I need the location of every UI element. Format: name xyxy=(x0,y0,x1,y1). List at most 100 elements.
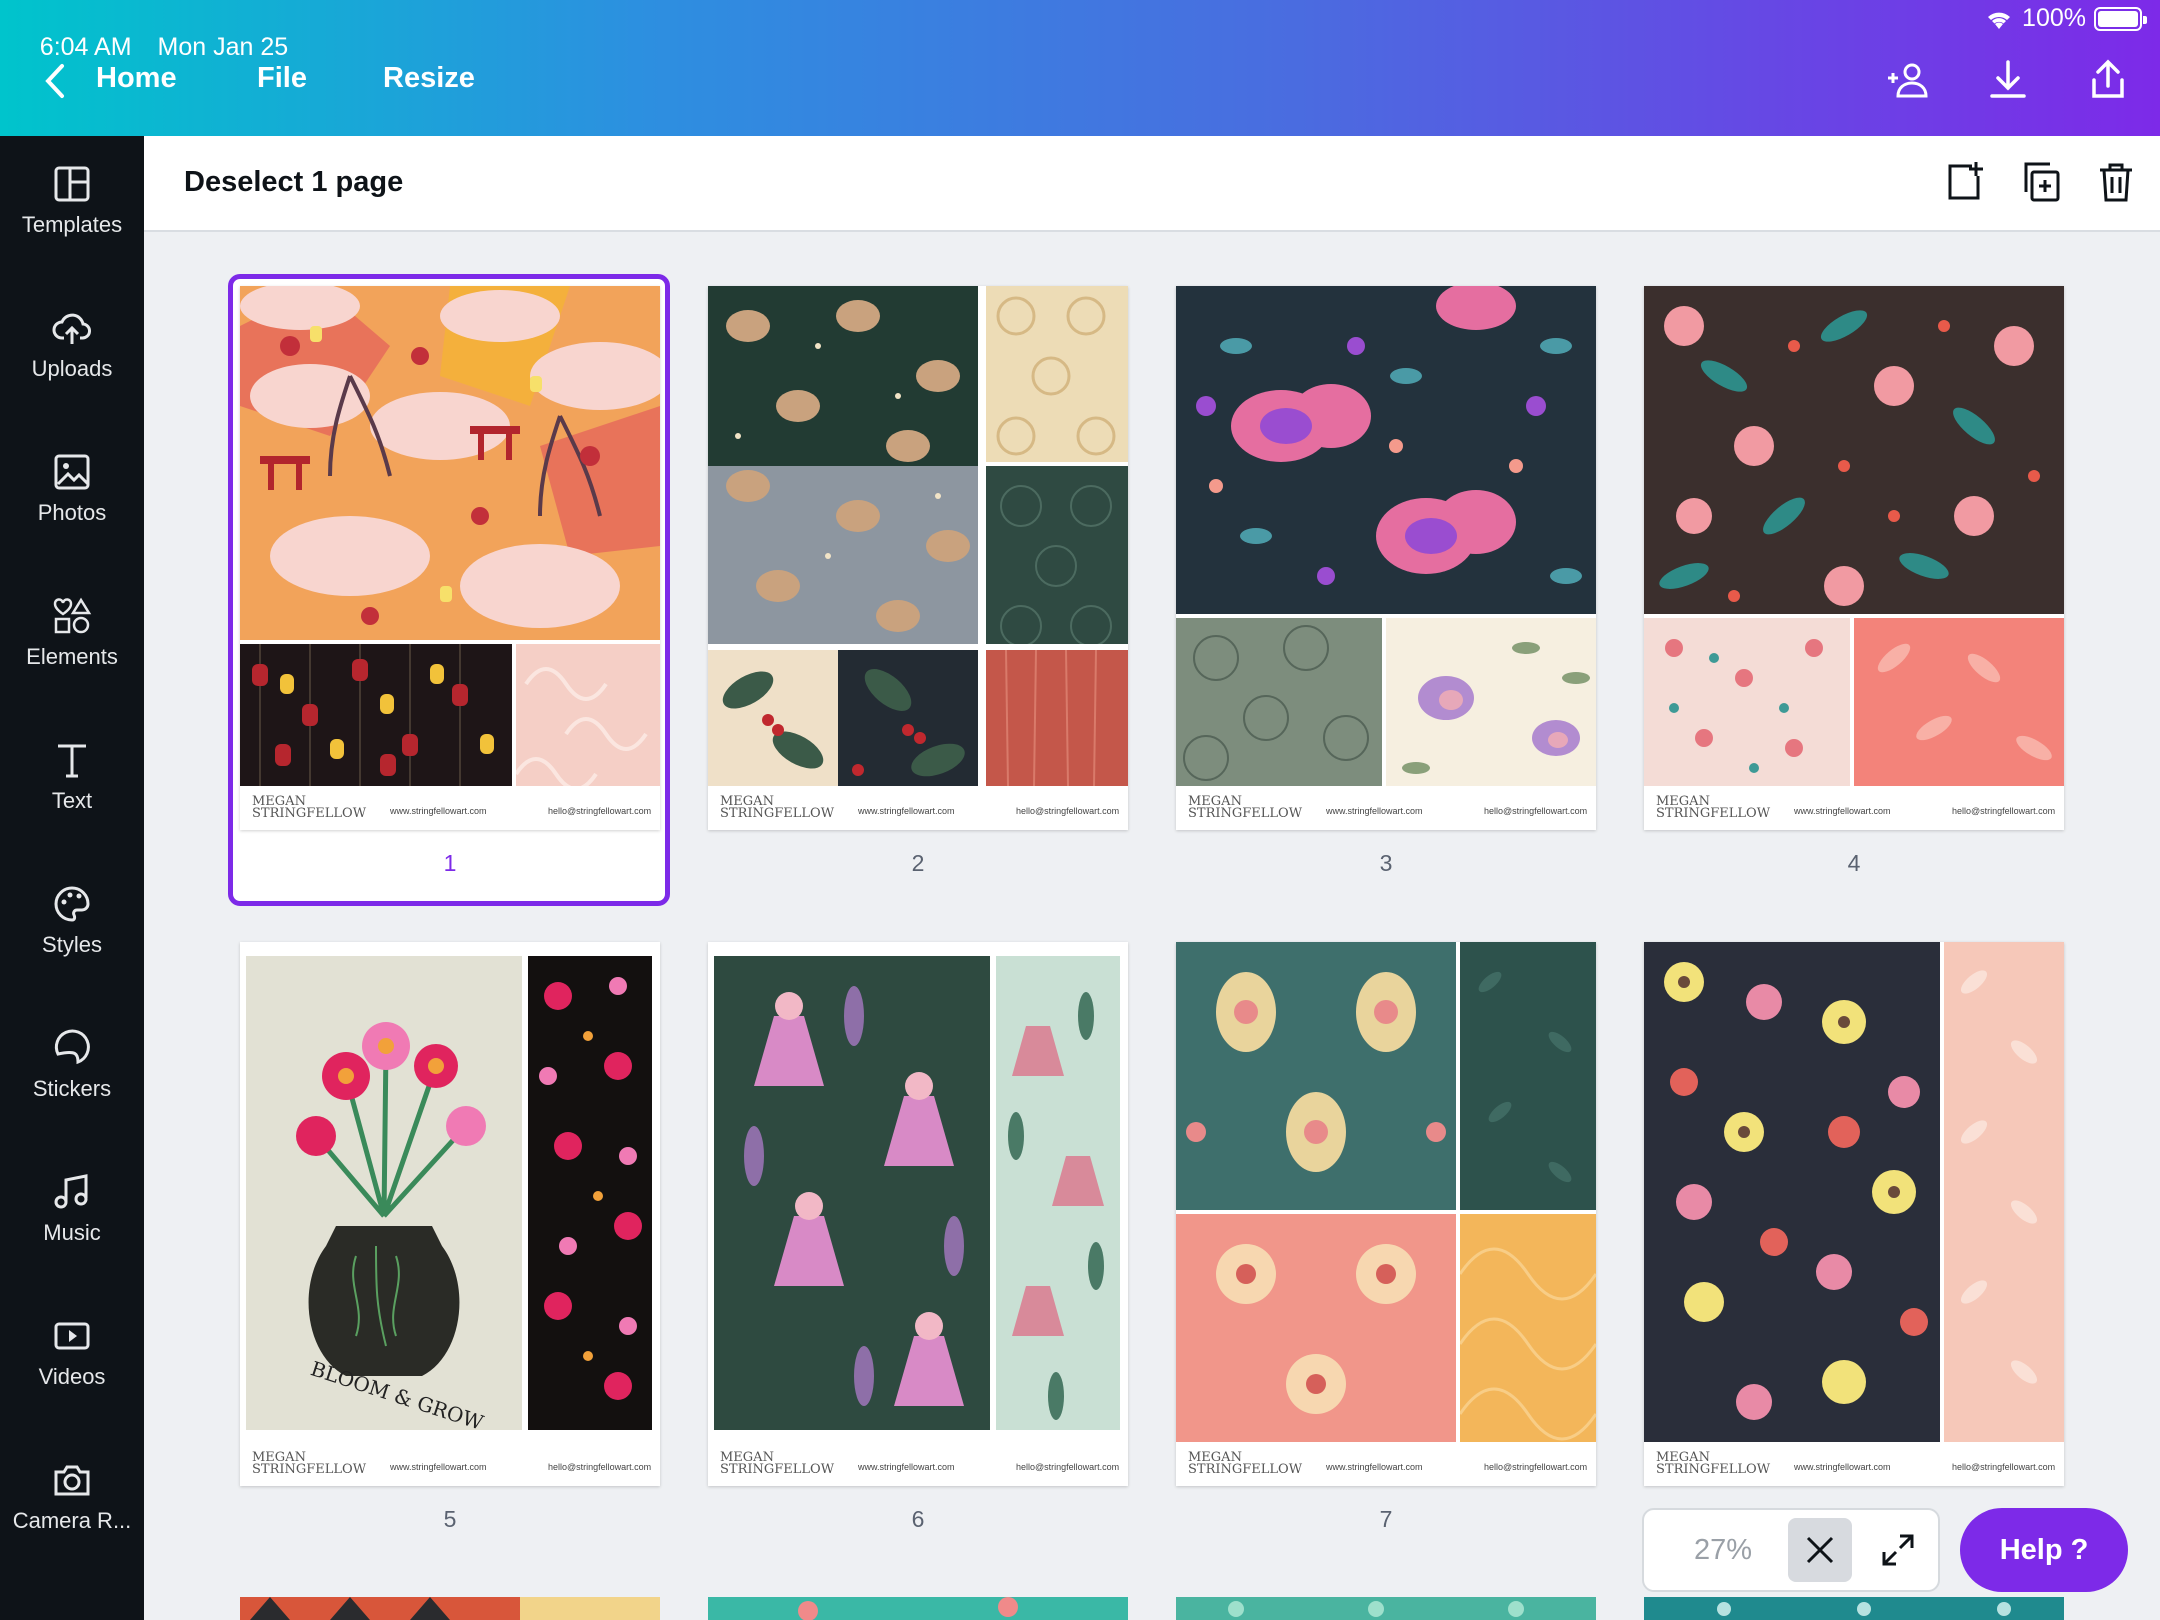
page-thumbnail-7[interactable]: MEGAN STRINGFELLOW www.stringfellowart.co… xyxy=(1176,942,1596,1486)
coral-leaf-pattern xyxy=(1854,618,2064,786)
wifi-icon xyxy=(1988,12,2011,29)
text-icon xyxy=(58,744,86,778)
red-texture-pattern xyxy=(986,650,1128,786)
page-thumbnail-11[interactable] xyxy=(1176,1597,1596,1620)
expand-icon xyxy=(1882,1534,1914,1566)
resize-button[interactable]: Resize xyxy=(383,62,475,95)
sidebar-label: Photos xyxy=(37,500,107,525)
close-grid-button[interactable] xyxy=(1788,1518,1852,1582)
pink-cloud-pattern xyxy=(516,644,660,786)
footer-url: www.stringfellowart.com xyxy=(858,1462,955,1472)
logo-line-2: STRINGFELLOW xyxy=(1188,1462,1303,1477)
zoom-controls: 27% xyxy=(1642,1508,1940,1592)
footer-email: hello@stringfellowart.com xyxy=(1952,1462,2056,1472)
logo-line-2: STRINGFELLOW xyxy=(1656,1462,1771,1477)
footer-url: www.stringfellowart.com xyxy=(390,806,487,816)
sidebar-item-camera-roll[interactable]: Camera R... xyxy=(0,1432,144,1562)
page-thumbnail-8[interactable]: MEGAN STRINGFELLOW www.stringfellowart.co… xyxy=(1644,942,2064,1486)
footer-url: www.stringfellowart.com xyxy=(1326,806,1423,816)
help-button[interactable]: Help ? xyxy=(1960,1508,2128,1592)
footer-url: www.stringfellowart.com xyxy=(1794,1462,1891,1472)
page-thumbnail-10[interactable] xyxy=(708,1597,1128,1620)
footer-logo: MEGAN STRINGFELLOW xyxy=(1188,795,1303,821)
duplicate-page-icon[interactable] xyxy=(2018,160,2062,204)
sidebar-item-templates[interactable]: Templates xyxy=(0,136,144,266)
sidebar: Templates Uploads Photos Elements Text S… xyxy=(0,136,144,1620)
logo-line-2: STRINGFELLOW xyxy=(720,1462,835,1477)
page-footer: MEGAN STRINGFELLOW www.stringfellowart.co… xyxy=(1176,786,1596,830)
footer-logo: MEGAN STRINGFELLOW xyxy=(1188,1451,1303,1477)
footer-email: hello@stringfellowart.com xyxy=(1016,806,1120,816)
sidebar-label: Camera R... xyxy=(12,1508,132,1533)
sidebar-item-stickers[interactable]: Stickers xyxy=(0,1000,144,1130)
lantern-cloud-pattern xyxy=(240,286,660,640)
sidebar-item-styles[interactable]: Styles xyxy=(0,856,144,986)
sidebar-item-elements[interactable]: Elements xyxy=(0,568,144,698)
peach-leaf-pattern xyxy=(1944,942,2064,1442)
deselect-page-button[interactable]: Deselect 1 page xyxy=(184,166,403,199)
footer-email: hello@stringfellowart.com xyxy=(548,1462,652,1472)
logo-line-2: STRINGFELLOW xyxy=(1188,806,1303,821)
top-actions xyxy=(1884,56,2132,104)
cream-butterfly-pattern xyxy=(1386,618,1596,786)
page-thumbnail-12[interactable] xyxy=(1644,1597,2064,1620)
chevron-left-icon[interactable] xyxy=(42,62,70,100)
photo-icon xyxy=(54,454,90,490)
video-icon xyxy=(54,1322,90,1350)
sidebar-item-text[interactable]: Text xyxy=(0,712,144,842)
sidebar-item-music[interactable]: Music xyxy=(0,1144,144,1274)
ditsy-floral-pattern xyxy=(1644,618,1850,786)
footer-logo: MEGAN STRINGFELLOW xyxy=(252,795,366,820)
bloom-vase-illustration: BLOOM & GROW xyxy=(246,956,522,1430)
footer-email: hello@stringfellowart.com xyxy=(1016,1462,1120,1472)
page-thumbnail-5[interactable]: BLOOM & GROW MEGAN STRINGFELLOW www.strin… xyxy=(240,942,660,1486)
lantern-night-pattern xyxy=(240,644,512,786)
cloud-upload-icon xyxy=(52,313,91,344)
share-people-icon[interactable] xyxy=(1884,56,1932,104)
zoom-level[interactable]: 27% xyxy=(1694,1534,1752,1567)
mint-riding-hood-pattern xyxy=(996,956,1120,1430)
page-thumbnail-2[interactable]: MEGAN STRINGFELLOW www.stringfellowart.co… xyxy=(708,286,1128,830)
page-thumbnail-3[interactable]: MEGAN STRINGFELLOW www.stringfellowart.co… xyxy=(1176,286,1596,830)
page-thumbnail-6[interactable]: MEGAN STRINGFELLOW www.stringfellowart.co… xyxy=(708,942,1128,1486)
page-number-3: 3 xyxy=(1379,850,1393,876)
page-footer: MEGAN STRINGFELLOW www.stringfellowart.co… xyxy=(240,786,660,830)
holly-pattern xyxy=(708,650,978,786)
page-number-4: 4 xyxy=(1847,850,1861,876)
sidebar-label: Styles xyxy=(42,932,102,957)
sidebar-item-photos[interactable]: Photos xyxy=(0,424,144,554)
page-thumbnail-4[interactable]: MEGAN STRINGFELLOW www.stringfellowart.co… xyxy=(1644,286,2064,830)
footer-logo: MEGAN STRINGFELLOW xyxy=(252,1451,367,1477)
add-page-icon[interactable] xyxy=(1942,160,1986,204)
shapes-icon xyxy=(53,597,92,634)
logo-line-2: STRINGFELLOW xyxy=(252,1462,367,1477)
page-footer: MEGAN STRINGFELLOW www.stringfellowart.co… xyxy=(708,786,1128,830)
sidebar-item-uploads[interactable]: Uploads xyxy=(0,280,144,410)
sidebar-label: Stickers xyxy=(32,1076,112,1101)
footer-url: www.stringfellowart.com xyxy=(390,1462,487,1472)
page-number-6: 6 xyxy=(911,1506,925,1532)
page-number-5: 5 xyxy=(443,1506,457,1532)
page-actions xyxy=(1942,160,2138,204)
expand-button[interactable] xyxy=(1866,1518,1930,1582)
battery-icon xyxy=(2094,6,2147,31)
palette-icon xyxy=(54,886,90,922)
status-time: 6:04 AM xyxy=(39,33,132,61)
footer-email: hello@stringfellowart.com xyxy=(1484,1462,1588,1472)
footer-url: www.stringfellowart.com xyxy=(1326,1462,1423,1472)
logo-line-2: STRINGFELLOW xyxy=(1656,806,1771,821)
page-thumbnail-9[interactable] xyxy=(240,1597,660,1620)
home-button[interactable]: Home xyxy=(96,62,177,95)
top-bar: 6:04 AM Mon Jan 25 100% Home File Resize xyxy=(0,0,2160,136)
page-thumbnail-1[interactable]: MEGAN STRINGFELLOW www.stringfellowart.co… xyxy=(240,286,660,830)
trash-icon[interactable] xyxy=(2094,160,2138,204)
red-riding-hood-pattern xyxy=(714,956,990,1430)
page-footer: MEGAN STRINGFELLOW www.stringfellowart.co… xyxy=(708,1442,1128,1486)
file-menu[interactable]: File xyxy=(257,62,307,95)
upload-share-icon[interactable] xyxy=(2084,56,2132,104)
battery-percent: 100% xyxy=(2022,4,2086,32)
rose-pattern xyxy=(1644,286,2064,614)
daisy-pattern xyxy=(1644,942,1940,1442)
download-icon[interactable] xyxy=(1984,56,2032,104)
sidebar-item-videos[interactable]: Videos xyxy=(0,1288,144,1418)
